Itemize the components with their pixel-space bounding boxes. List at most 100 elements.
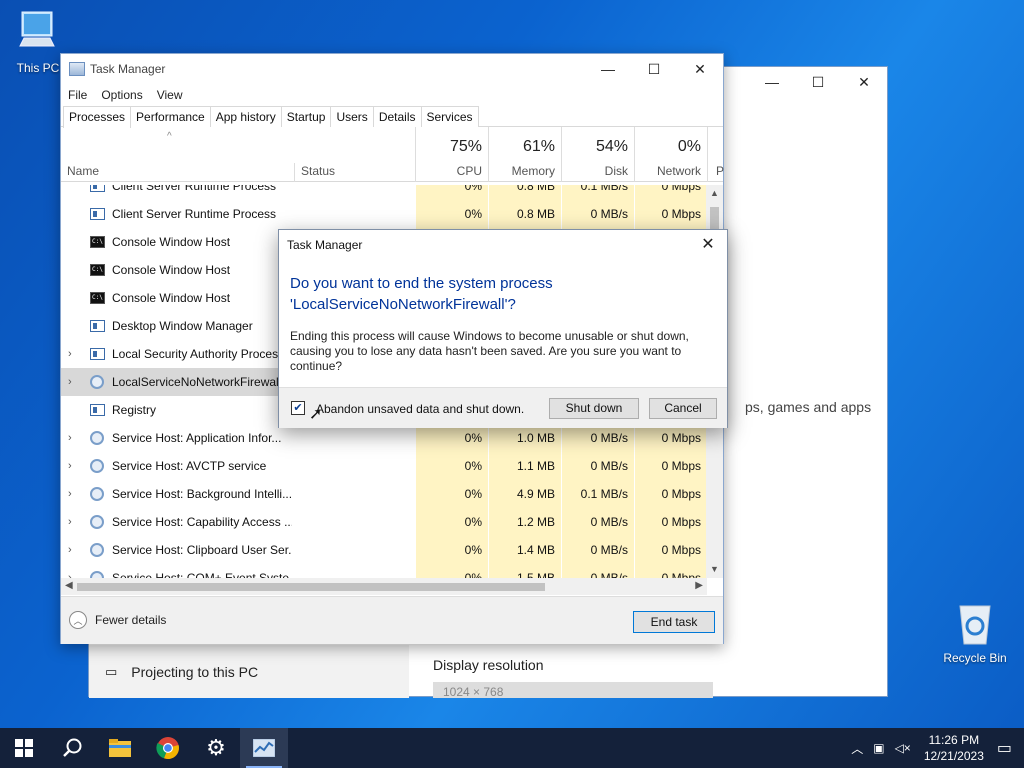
table-row[interactable]: › Service Host: AVCTP service 0% 1.1 MB 0 MB… [61, 452, 707, 480]
cpu-cell: 0% [416, 200, 488, 228]
start-button[interactable] [0, 728, 48, 768]
column-network[interactable]: 0% Network [635, 127, 707, 182]
dialog-heading-line1: Do you want to end the system process [290, 275, 553, 292]
fewer-details-button[interactable]: ︿ Fewer details [69, 611, 166, 629]
disk-percent: 54% [595, 138, 628, 155]
settings-caption-buttons: — ☐ ✕ [749, 67, 887, 97]
chevron-right-icon[interactable]: › [68, 348, 72, 360]
dialog-titlebar[interactable]: Task Manager ✕ [279, 230, 727, 260]
process-name: Console Window Host [112, 235, 231, 249]
memory-cell: 4.9 MB [489, 480, 561, 508]
h-scroll-thumb[interactable] [77, 583, 545, 591]
process-name: Client Server Runtime Process [112, 207, 277, 221]
scroll-down-arrow-icon[interactable]: ▼ [706, 561, 723, 578]
tab-processes[interactable]: Processes [63, 106, 132, 128]
cpu-percent: 75% [449, 138, 482, 155]
table-row[interactable]: › Service Host: Capability Access ... 0% 1.… [61, 508, 707, 536]
maximize-button[interactable]: ☐ [631, 54, 677, 84]
dialog-close-icon[interactable]: ✕ [695, 230, 721, 260]
memory-percent: 61% [522, 138, 555, 155]
chevron-right-icon[interactable]: › [68, 432, 72, 444]
cpu-cell: 0% [416, 424, 488, 452]
cpu-cell: 0% [416, 536, 488, 564]
column-disk[interactable]: 54% Disk [562, 127, 634, 182]
table-row[interactable]: Client Server Runtime Process 0% 0.8 MB 0.1… [61, 185, 707, 200]
chevron-up-icon: ︿ [69, 611, 87, 629]
column-name[interactable]: Name [61, 127, 294, 182]
network-cell: 0 Mbps [635, 508, 707, 536]
scroll-right-arrow-icon[interactable]: ▶ [695, 580, 703, 591]
memory-cell: 1.4 MB [489, 536, 561, 564]
folder-icon [109, 739, 131, 757]
column-status[interactable]: Status [295, 127, 415, 182]
file-explorer-button[interactable] [96, 728, 144, 768]
menu-file[interactable]: File [68, 88, 87, 102]
close-button[interactable]: ✕ [677, 54, 723, 84]
column-cpu[interactable]: 75% CPU [416, 127, 488, 182]
column-power[interactable]: P [708, 127, 724, 182]
chevron-right-icon[interactable]: › [68, 460, 72, 472]
menu-options[interactable]: Options [101, 88, 142, 102]
settings-close-button[interactable]: ✕ [841, 67, 887, 97]
chevron-up-icon[interactable]: ︿ [851, 740, 863, 757]
dialog-heading-line2: 'LocalServiceNoNetworkFirewall'? [290, 296, 516, 313]
horizontal-scrollbar[interactable]: ◀ ▶ [61, 578, 707, 595]
shut-down-button[interactable]: Shut down [549, 398, 639, 419]
minimize-button[interactable]: — [585, 54, 631, 84]
network-icon[interactable]: ▣ [873, 741, 884, 755]
disk-cell: 0 MB/s [562, 508, 634, 536]
chevron-right-icon[interactable]: › [68, 376, 72, 388]
window-icon [90, 348, 105, 360]
gear-icon [90, 515, 104, 529]
abandon-data-checkbox[interactable]: ✔ [291, 401, 305, 415]
tab-startup[interactable]: Startup [280, 106, 332, 127]
recycle-bin-desktop-icon[interactable]: Recycle Bin [940, 602, 1010, 665]
cancel-button[interactable]: Cancel [649, 398, 717, 419]
tab-users[interactable]: Users [330, 106, 374, 127]
table-row[interactable]: Client Server Runtime Process 0% 0.8 MB 0 M… [61, 200, 707, 228]
scroll-left-arrow-icon[interactable]: ◀ [65, 580, 73, 591]
sidebar-item-projecting[interactable]: ▭ Projecting to this PC [89, 645, 409, 698]
display-resolution-dropdown[interactable]: 1024 × 768 [433, 682, 713, 698]
disk-label: Disk [604, 164, 628, 178]
process-name: Console Window Host [112, 291, 231, 305]
dialog-title: Task Manager [287, 238, 363, 252]
task-manager-taskbar-button[interactable] [240, 728, 288, 768]
table-row[interactable]: › Service Host: Application Infor... 0% 1.0… [61, 424, 707, 452]
volume-muted-icon[interactable]: ◁× [895, 741, 911, 755]
dialog-footer: ✔ Abandon unsaved data and shut down. ➚ … [279, 387, 727, 428]
console-icon [90, 292, 105, 304]
window-title: Task Manager [90, 62, 166, 76]
table-row[interactable]: › Service Host: COM+ Event Syste... 0% 1.5 … [61, 564, 707, 578]
settings-maximize-button[interactable]: ☐ [795, 67, 841, 97]
memory-cell: 0.8 MB [489, 200, 561, 228]
disk-cell: 0 MB/s [562, 452, 634, 480]
abandon-data-label[interactable]: Abandon unsaved data and shut down. [316, 402, 524, 416]
windows-logo-icon [15, 739, 33, 757]
search-button[interactable] [48, 728, 96, 768]
notification-icon[interactable]: ▭ [997, 738, 1012, 758]
gear-icon [90, 431, 104, 445]
table-row[interactable]: › Service Host: Background Intelli... 0% 4.… [61, 480, 707, 508]
chrome-button[interactable] [144, 728, 192, 768]
menu-view[interactable]: View [157, 88, 183, 102]
clock[interactable]: 11:26 PM 12/21/2023 [924, 732, 984, 764]
tab-details[interactable]: Details [372, 106, 422, 127]
settings-button[interactable]: ⚙ [192, 728, 240, 768]
table-row[interactable]: › Service Host: Clipboard User Ser... 0% 1.… [61, 536, 707, 564]
end-process-dialog: Task Manager ✕ Do you want to end the sy… [278, 229, 728, 428]
chevron-right-icon[interactable]: › [68, 516, 72, 528]
scroll-up-arrow-icon[interactable]: ▲ [706, 185, 723, 202]
end-task-button[interactable]: End task [633, 611, 715, 633]
tab-services[interactable]: Services [420, 106, 479, 127]
task-manager-titlebar[interactable]: Task Manager — ☐ ✕ [61, 54, 723, 84]
tab-app-history[interactable]: App history [209, 106, 282, 127]
chevron-right-icon[interactable]: › [68, 544, 72, 556]
settings-minimize-button[interactable]: — [749, 67, 795, 97]
process-name: Service Host: Capability Access ... [112, 515, 292, 529]
column-name-label: Name [67, 164, 100, 178]
chevron-right-icon[interactable]: › [68, 488, 72, 500]
column-memory[interactable]: 61% Memory [489, 127, 561, 182]
task-manager-footer: ︿ Fewer details End task [61, 596, 723, 644]
tab-performance[interactable]: Performance [130, 106, 211, 127]
